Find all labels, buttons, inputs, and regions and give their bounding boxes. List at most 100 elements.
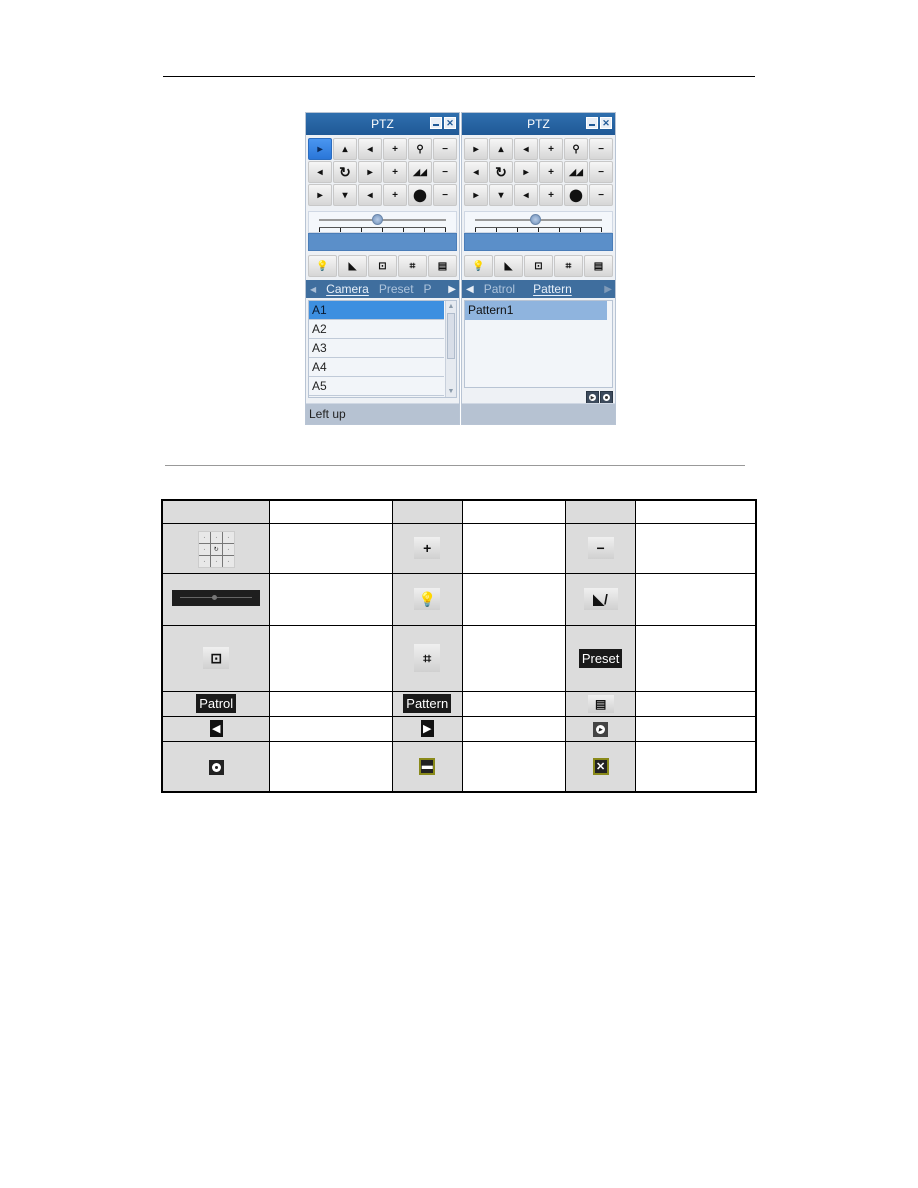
right-down-button[interactable]: ◂	[358, 184, 382, 206]
list-item[interactable]: A1	[309, 301, 444, 320]
scroll-up-icon[interactable]: ▲	[446, 301, 456, 312]
tab-patrol[interactable]: Patrol	[484, 282, 515, 296]
light-icon: 💡	[316, 260, 329, 272]
right-button[interactable]: ▸	[514, 161, 538, 183]
speed-slider[interactable]	[464, 211, 613, 233]
minimize-button[interactable]	[586, 117, 598, 129]
3d-zoom-button[interactable]: ⊡	[524, 255, 553, 277]
ptz-title: PTZ	[527, 117, 550, 131]
arrow-right-up-icon: ◂	[367, 143, 373, 155]
up-button[interactable]: ▴	[489, 138, 513, 160]
focus-far-button[interactable]: −	[589, 161, 613, 183]
speed-slider[interactable]	[308, 211, 457, 233]
light-button[interactable]: 💡	[464, 255, 493, 277]
function-button-row: 💡 ◣ ⊡ ⌗ ▤	[308, 255, 457, 277]
icon-cell	[161, 572, 271, 626]
3d-zoom-button[interactable]: ⊡	[368, 255, 397, 277]
arrow-right-icon: ▸	[367, 166, 373, 178]
tab-next-icon[interactable]: ▶	[448, 284, 456, 295]
zoom-out-button[interactable]: −	[589, 138, 613, 160]
close-button[interactable]: ✕	[600, 117, 612, 129]
table-row: · · · · ↻ · · · · + −	[161, 522, 757, 574]
header-icon-cell	[565, 499, 637, 524]
description-cell	[461, 740, 567, 793]
zoom-in-button[interactable]: +	[539, 138, 563, 160]
zoom-icon: ⚲	[572, 143, 580, 155]
right-down-button[interactable]: ◂	[514, 184, 538, 206]
list-item[interactable]: A2	[309, 320, 444, 339]
focus-far-button[interactable]: −	[433, 161, 457, 183]
light-button[interactable]: 💡	[308, 255, 337, 277]
left-down-button[interactable]: ▸	[464, 184, 488, 206]
3d-zoom-icon: ⊡	[378, 260, 387, 272]
list-scrollbar[interactable]: ▲ ▼	[445, 301, 456, 397]
slider-knob[interactable]	[372, 214, 383, 225]
scroll-down-icon[interactable]: ▼	[446, 386, 456, 397]
left-down-button[interactable]: ▸	[308, 184, 332, 206]
wiper-button[interactable]: ◣	[338, 255, 367, 277]
right-up-button[interactable]: ◂	[358, 138, 382, 160]
right-button[interactable]: ▸	[358, 161, 382, 183]
right-up-button[interactable]: ◂	[514, 138, 538, 160]
down-button[interactable]: ▾	[489, 184, 513, 206]
stop-icon	[603, 394, 610, 401]
wiper-button[interactable]: ◣	[494, 255, 523, 277]
icon-cell: ▶	[391, 715, 463, 742]
ptz-panel-pattern: PTZ ✕ ▸ ▴ ◂ + ⚲ − ◂ ↻ ▸ + ◢◢ − ▸ ▾ ◂ + ⬤…	[461, 112, 616, 425]
close-icon: ✕	[602, 117, 610, 128]
zoom-in-button[interactable]: +	[383, 138, 407, 160]
plus-icon: +	[548, 166, 554, 178]
image-center-button[interactable]: ⌗	[554, 255, 583, 277]
tab-patrol-partial[interactable]: P	[424, 282, 432, 296]
arrow-left-up-icon: ▸	[473, 143, 479, 155]
iris-close-button[interactable]: −	[433, 184, 457, 206]
close-button[interactable]: ✕	[444, 117, 456, 129]
left-button[interactable]: ◂	[308, 161, 332, 183]
pattern-list: Pattern1	[464, 300, 613, 388]
arrow-right-down-icon: ◂	[523, 189, 529, 201]
table-row: Patrol Pattern ▤	[161, 690, 757, 717]
description-cell	[635, 740, 757, 793]
minimize-button[interactable]	[430, 117, 442, 129]
list-item[interactable]: A3	[309, 339, 444, 358]
camera-list: A1 A2 A3 A4 A5 ▲ ▼	[308, 300, 457, 398]
down-button[interactable]: ▾	[333, 184, 357, 206]
zoom-out-button[interactable]: −	[433, 138, 457, 160]
up-button[interactable]: ▴	[333, 138, 357, 160]
tab-prev-icon[interactable]: ◀	[466, 284, 474, 295]
minimize-icon: ▬	[419, 757, 436, 775]
image-center-button[interactable]: ⌗	[398, 255, 427, 277]
iris-close-button[interactable]: −	[589, 184, 613, 206]
plus-icon: +	[392, 189, 398, 201]
focus-near-button[interactable]: +	[383, 161, 407, 183]
tab-pattern[interactable]: Pattern	[533, 282, 572, 296]
list-item[interactable]: A4	[309, 358, 444, 377]
description-cell	[269, 522, 393, 574]
tab-preset[interactable]: Preset	[379, 282, 414, 296]
slider-knob[interactable]	[530, 214, 541, 225]
iris-open-button[interactable]: +	[539, 184, 563, 206]
menu-button[interactable]: ▤	[584, 255, 613, 277]
list-item[interactable]: Pattern1	[465, 301, 607, 320]
scroll-thumb[interactable]	[447, 313, 455, 359]
icon-cell	[161, 740, 271, 793]
auto-scan-button[interactable]: ↻	[333, 161, 357, 183]
icon-cell: Pattern	[391, 690, 463, 717]
list-item[interactable]: A5	[309, 377, 444, 396]
auto-scan-button[interactable]: ↻	[489, 161, 513, 183]
wiper-icon: ◣/	[583, 588, 618, 610]
left-up-button[interactable]: ▸	[308, 138, 332, 160]
tab-prev-icon[interactable]: ◀	[310, 285, 316, 294]
icon-cell: ◣/	[565, 572, 637, 626]
tab-next-icon[interactable]: ▶	[604, 284, 612, 295]
tab-camera[interactable]: Camera	[326, 282, 369, 296]
iris-open-button[interactable]: +	[383, 184, 407, 206]
speed-slider-icon	[172, 589, 261, 606]
menu-button[interactable]: ▤	[428, 255, 457, 277]
focus-near-button[interactable]: +	[539, 161, 563, 183]
left-button[interactable]: ◂	[464, 161, 488, 183]
description-cell	[269, 740, 393, 793]
icon-cell: · · · · ↻ · · · ·	[161, 522, 271, 574]
ptz-control-pad: ▸ ▴ ◂ + ⚲ − ◂ ↻ ▸ + ◢◢ − ▸ ▾ ◂ + ⬤ −	[462, 135, 615, 209]
left-up-button[interactable]: ▸	[464, 138, 488, 160]
